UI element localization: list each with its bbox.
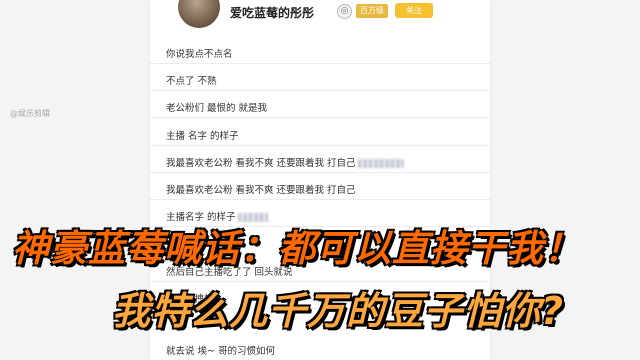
divider [150,145,490,146]
chat-message: 我最喜欢老公粉 看我不爽 还要跟着我 打自己 [166,155,404,169]
avatar[interactable] [178,0,220,28]
blurred-name [357,159,404,168]
chat-message: 就去说 埃~ 哥的习惯如何 [166,346,275,357]
level-badge: 百万级 [356,4,388,18]
chat-message: 老公粉们 最恨的 就是我 [166,103,268,114]
divider [150,90,490,91]
chat-message: 我最喜欢老公粉 看我不爽 还要跟着我 打自己 [166,185,356,196]
chat-message: 你说我点不点名 [166,49,233,60]
follow-button[interactable]: 关注 [395,3,433,18]
watermark: @娱乐剪辑 [10,109,50,118]
caption-line-2: 我特么几千万的豆子怕你? [111,288,565,334]
streamer-name[interactable]: 爱吃蓝莓的彤彤 [230,4,314,21]
level-icon: ◎ [337,4,352,19]
divider [150,199,490,200]
chat-message: 不点了 不熟 [166,76,217,87]
divider [150,172,490,173]
chat-message-text: 我最喜欢老公粉 看我不爽 还要跟着我 打自己 [166,158,356,169]
chat-message: 主播 名字 的样子 [166,131,239,142]
streamer-header: 爱吃蓝莓的彤彤 ◎ 百万级 关注 [150,0,490,38]
caption-line-1: 神豪蓝莓喊话：都可以直接干我！ [11,226,582,271]
divider [150,117,490,118]
divider [150,63,490,64]
